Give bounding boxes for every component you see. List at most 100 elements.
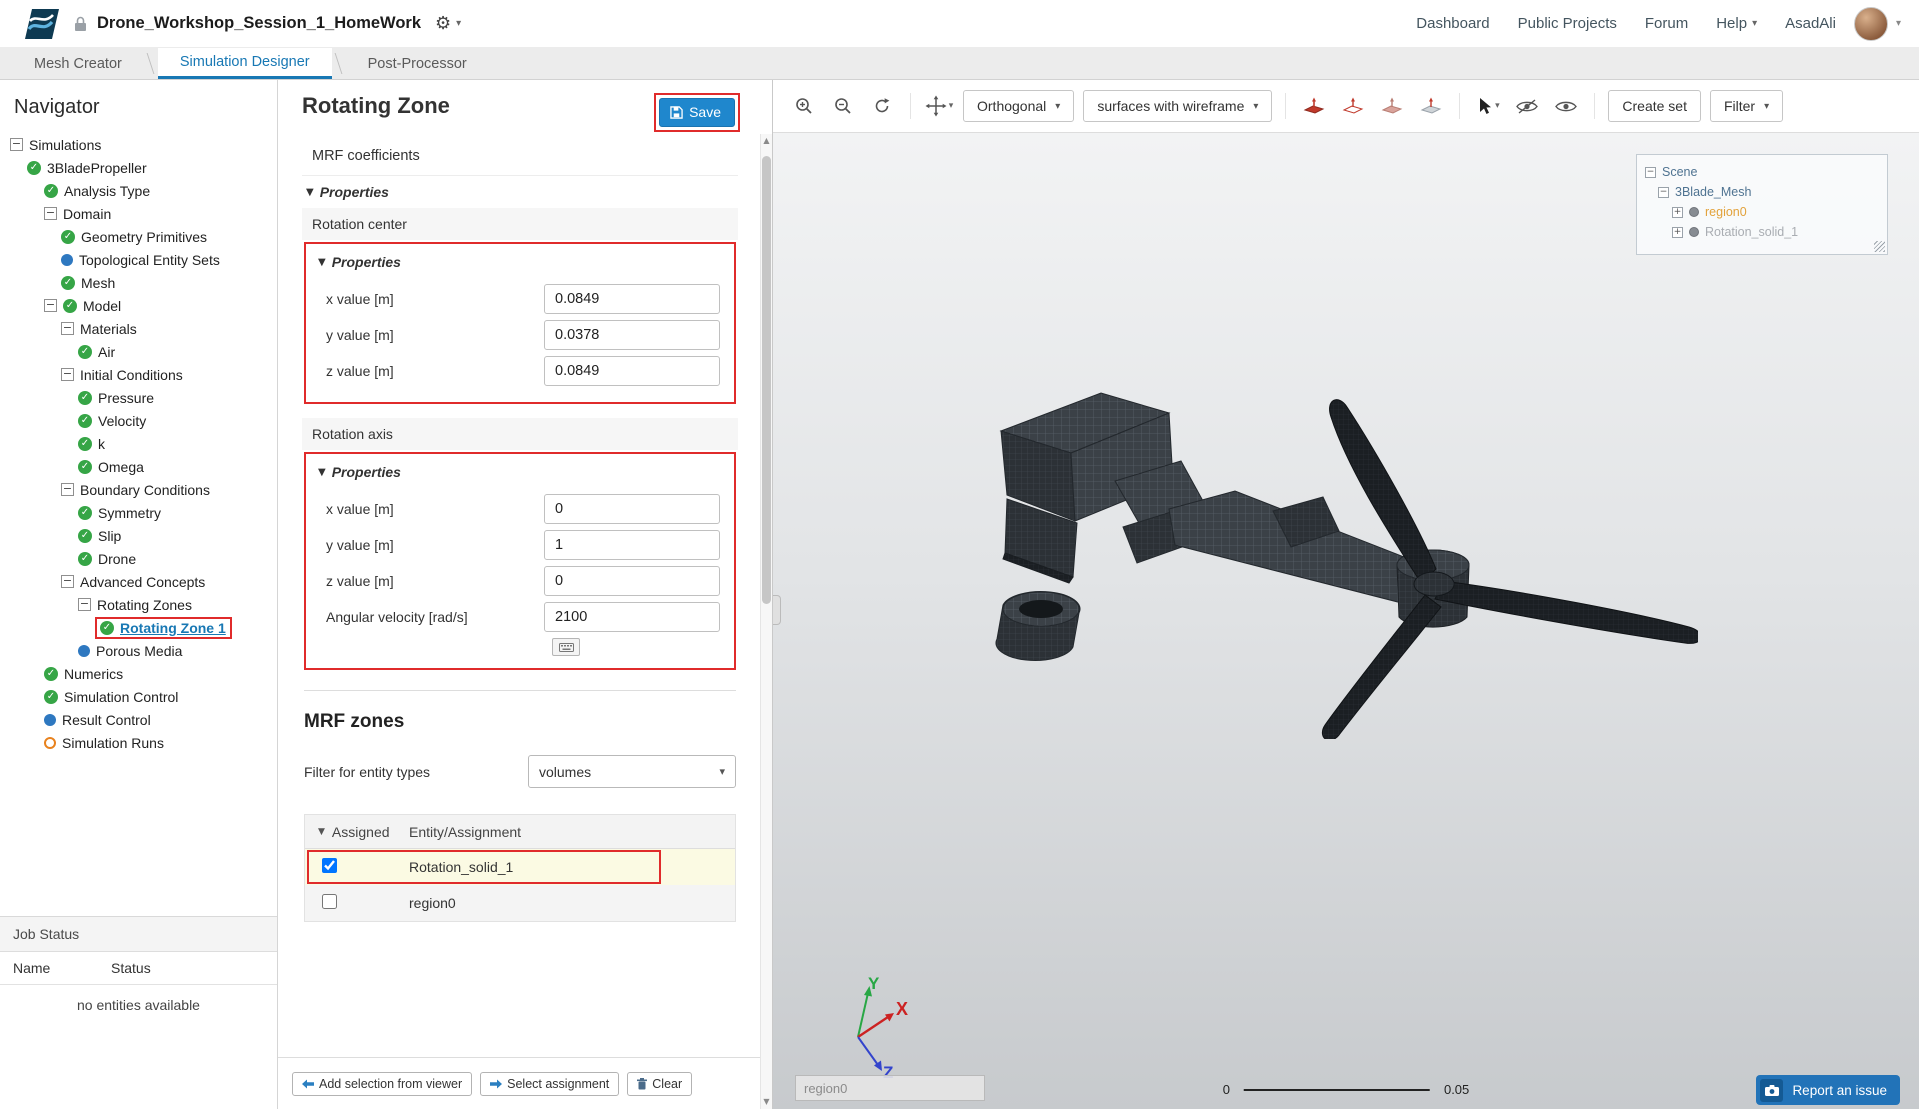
ra-z-input[interactable] xyxy=(544,566,720,596)
ra-y-input[interactable] xyxy=(544,530,720,560)
scene-tree-item-region0[interactable]: + region0 xyxy=(1645,202,1879,222)
save-button[interactable]: Save xyxy=(659,98,735,127)
nav-link-help[interactable]: Help ▾ xyxy=(1716,15,1757,32)
tree-item-rotating-zone-1[interactable]: ✓ Rotating Zone 1 xyxy=(0,616,277,639)
tree-expander-icon[interactable]: − xyxy=(61,575,74,588)
render-mode-dropdown[interactable]: surfaces with wireframe ▾ xyxy=(1083,90,1273,122)
properties-toggle[interactable]: ▼ Properties xyxy=(302,176,738,208)
viewer-canvas[interactable]: − Scene − 3Blade_Mesh + region0 + Rotation_… xyxy=(773,133,1919,1109)
tree-item-boundary-conditions[interactable]: − Boundary Conditions xyxy=(0,478,277,501)
tab-simulation-designer[interactable]: Simulation Designer xyxy=(157,48,332,79)
tree-expander-icon[interactable]: − xyxy=(61,322,74,335)
sort-descending-icon[interactable]: ▼ xyxy=(318,827,325,837)
expand-icon[interactable]: + xyxy=(1672,226,1683,238)
chevron-down-icon[interactable]: ▾ xyxy=(1896,18,1901,29)
entity-type-select[interactable]: volumes ▾ xyxy=(528,755,736,788)
entity-column-header[interactable]: Entity/Assignment xyxy=(409,824,521,840)
tree-item-analysis-type[interactable]: ✓ Analysis Type xyxy=(0,179,277,202)
clear-button[interactable]: Clear xyxy=(627,1071,693,1096)
tree-item-velocity[interactable]: ✓ Velocity xyxy=(0,409,277,432)
nav-link-forum[interactable]: Forum xyxy=(1645,15,1688,32)
scene-tree-root[interactable]: − Scene xyxy=(1645,162,1879,182)
assigned-column-header[interactable]: ▼ Assigned xyxy=(305,824,409,840)
tree-expander-icon[interactable]: − xyxy=(44,207,57,220)
simscale-logo[interactable] xyxy=(18,6,60,42)
region-name-input[interactable] xyxy=(795,1075,985,1101)
tree-item-topological-entity-sets[interactable]: Topological Entity Sets xyxy=(0,248,277,271)
tree-expander-icon[interactable]: − xyxy=(61,368,74,381)
chevron-down-icon[interactable]: ▾ xyxy=(456,18,461,29)
scrollbar-thumb[interactable] xyxy=(762,156,771,604)
tab-post-processor[interactable]: Post-Processor xyxy=(346,48,489,79)
tree-item-result-control[interactable]: Result Control xyxy=(0,708,277,731)
scene-tree-item-rotation-solid-1[interactable]: + Rotation_solid_1 xyxy=(1645,222,1879,242)
pan-tool-button[interactable]: ▾ xyxy=(924,91,954,121)
tree-item-advanced-concepts[interactable]: − Advanced Concepts xyxy=(0,570,277,593)
rc-x-input[interactable] xyxy=(544,284,720,314)
tree-item-k[interactable]: ✓ k xyxy=(0,432,277,455)
tree-expander-icon[interactable]: − xyxy=(78,598,91,611)
zoom-out-button[interactable] xyxy=(828,91,858,121)
tree-item-rotating-zones[interactable]: − Rotating Zones xyxy=(0,593,277,616)
tree-item-initial-conditions[interactable]: − Initial Conditions xyxy=(0,363,277,386)
nav-link-asadali[interactable]: AsadAli xyxy=(1785,15,1836,32)
tree-item-simulation-control[interactable]: ✓ Simulation Control xyxy=(0,685,277,708)
tree-item-simulation-runs[interactable]: Simulation Runs xyxy=(0,731,277,754)
expand-icon[interactable]: + xyxy=(1672,206,1683,218)
collapse-icon[interactable]: − xyxy=(1645,166,1656,178)
tree-item-simulations[interactable]: − Simulations xyxy=(0,133,277,156)
scene-tree-mesh[interactable]: − 3Blade_Mesh xyxy=(1645,182,1879,202)
project-settings-gear-icon[interactable]: ⚙ xyxy=(435,13,451,34)
zoom-in-button[interactable] xyxy=(789,91,819,121)
formula-keyboard-button[interactable] xyxy=(552,638,580,656)
user-avatar[interactable] xyxy=(1853,6,1888,41)
panel-scrollbar[interactable]: ▲ ▼ xyxy=(760,134,772,1109)
tree-item-model[interactable]: − ✓ Model xyxy=(0,294,277,317)
show-all-button[interactable] xyxy=(1551,91,1581,121)
drone-mesh-model[interactable] xyxy=(973,369,1698,739)
properties-toggle[interactable]: ▼ Properties xyxy=(314,246,726,278)
properties-toggle[interactable]: ▼ Properties xyxy=(314,456,726,488)
scroll-up-arrow[interactable]: ▲ xyxy=(761,134,772,148)
rc-y-input[interactable] xyxy=(544,320,720,350)
angular-velocity-input[interactable] xyxy=(544,602,720,632)
view-orientation-button-2[interactable] xyxy=(1338,91,1368,121)
nav-link-public-projects[interactable]: Public Projects xyxy=(1518,15,1617,32)
tab-mesh-creator[interactable]: Mesh Creator xyxy=(12,48,144,79)
tree-item-omega[interactable]: ✓ Omega xyxy=(0,455,277,478)
assignment-row-rotation-solid-1[interactable]: Rotation_solid_1 xyxy=(305,849,735,885)
tree-item-numerics[interactable]: ✓ Numerics xyxy=(0,662,277,685)
select-assignment-button[interactable]: Select assignment xyxy=(480,1071,620,1096)
report-issue-button[interactable]: Report an issue xyxy=(1756,1075,1900,1105)
tree-item-drone[interactable]: ✓ Drone xyxy=(0,547,277,570)
hide-selection-button[interactable] xyxy=(1512,91,1542,121)
projection-dropdown[interactable]: Orthogonal ▾ xyxy=(963,90,1075,122)
add-selection-from-viewer-button[interactable]: Add selection from viewer xyxy=(292,1071,473,1096)
assignment-row-region0[interactable]: region0 xyxy=(305,885,735,921)
tree-item-air[interactable]: ✓ Air xyxy=(0,340,277,363)
collapse-icon[interactable]: − xyxy=(1658,186,1669,198)
tree-item-3bladepropeller[interactable]: ✓ 3BladePropeller xyxy=(0,156,277,179)
nav-link-dashboard[interactable]: Dashboard xyxy=(1416,15,1489,32)
view-orientation-button-4[interactable] xyxy=(1416,91,1446,121)
tree-expander-icon[interactable]: − xyxy=(44,299,57,312)
panel-resize-handle[interactable] xyxy=(773,595,781,625)
assignment-checkbox[interactable] xyxy=(322,894,337,909)
tree-item-domain[interactable]: − Domain xyxy=(0,202,277,225)
scroll-down-arrow[interactable]: ▼ xyxy=(761,1095,772,1109)
view-orientation-button-3[interactable] xyxy=(1377,91,1407,121)
tree-item-mesh[interactable]: ✓ Mesh xyxy=(0,271,277,294)
ra-x-input[interactable] xyxy=(544,494,720,524)
tree-item-slip[interactable]: ✓ Slip xyxy=(0,524,277,547)
filter-dropdown[interactable]: Filter ▾ xyxy=(1709,90,1784,122)
tree-item-geometry-primitives[interactable]: ✓ Geometry Primitives xyxy=(0,225,277,248)
reset-view-button[interactable] xyxy=(867,91,897,121)
rc-z-input[interactable] xyxy=(544,356,720,386)
tree-item-materials[interactable]: − Materials xyxy=(0,317,277,340)
tree-item-pressure[interactable]: ✓ Pressure xyxy=(0,386,277,409)
tree-expander-icon[interactable]: − xyxy=(10,138,23,151)
select-tool-button[interactable]: ▾ xyxy=(1473,91,1503,121)
tree-expander-icon[interactable]: − xyxy=(61,483,74,496)
create-set-button[interactable]: Create set xyxy=(1608,90,1701,122)
scene-tree-resize-handle[interactable] xyxy=(1874,241,1885,252)
